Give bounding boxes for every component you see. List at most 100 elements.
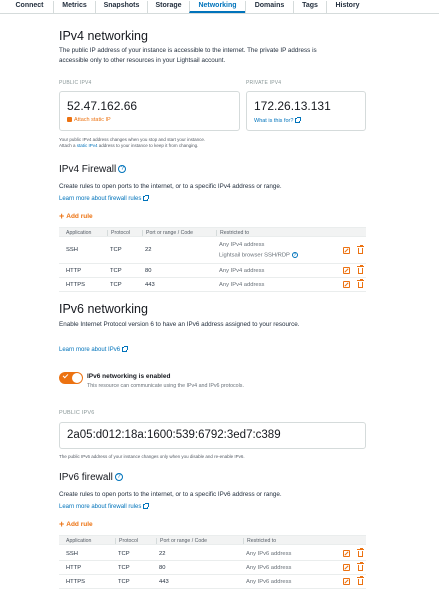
ipv6-learn-more[interactable]: Learn more about IPv6 — [59, 346, 129, 353]
ipv4-firewall-learn-more-label: Learn more about firewall rules — [59, 196, 142, 202]
ipv6-firewall-learn-more[interactable]: Learn more about firewall rules — [59, 503, 150, 510]
ipv6-firewall-table: Application Protocol Port or range / Cod… — [59, 535, 366, 591]
edit-icon[interactable] — [343, 247, 350, 254]
ipv6-add-rule-button[interactable]: + Add rule — [59, 519, 93, 529]
ipv6-toggle[interactable] — [59, 372, 83, 384]
trash-icon[interactable] — [357, 562, 364, 571]
trash-icon[interactable] — [357, 576, 364, 585]
edit-icon[interactable] — [343, 267, 350, 274]
ipv4-firewall-title-text: IPv4 Firewall — [59, 164, 117, 175]
column-protocol: Protocol — [115, 538, 138, 544]
cell-protocol: TCP — [110, 247, 122, 253]
external-link-icon — [143, 503, 150, 509]
cell-port: 443 — [145, 282, 155, 288]
ipv6-note: The public IPv6 address of your instance… — [59, 454, 245, 459]
cell-restricted: Any IPv4 address — [219, 282, 265, 288]
cell-port: 80 — [159, 565, 166, 571]
ipv4-note-line2: Attach a static IPv4 address to your ins… — [59, 143, 359, 149]
edit-icon[interactable] — [343, 564, 350, 571]
cell-port: 22 — [159, 551, 166, 557]
external-link-icon — [143, 195, 150, 201]
tab-bar: Connect Metrics Snapshots Storage Networ… — [0, 0, 439, 14]
ipv4-note: Your public IPv4 address changes when yo… — [59, 137, 359, 149]
ipv4-firewall-description: Create rules to open ports to the intern… — [59, 183, 282, 190]
table-row: HTTPS TCP 443 Any IPv6 address — [59, 575, 366, 589]
ipv4-firewall-learn-more[interactable]: Learn more about firewall rules — [59, 195, 150, 202]
cell-extra: Lightsail browser SSH/RDP? — [219, 252, 298, 259]
cell-application: HTTPS — [66, 282, 86, 288]
toggle-knob — [72, 373, 82, 383]
ipv6-learn-more-label: Learn more about IPv6 — [59, 347, 121, 353]
column-restricted: Restricted to — [216, 230, 249, 236]
trash-icon[interactable] — [357, 279, 364, 288]
trash-icon[interactable] — [357, 548, 364, 557]
plus-icon: + — [59, 211, 65, 221]
ipv4-description: The public IP address of your instance i… — [59, 47, 317, 64]
trash-icon[interactable] — [357, 265, 364, 274]
cell-restricted: Any IPv4 address — [219, 268, 265, 274]
plus-icon: + — [59, 519, 65, 529]
edit-icon[interactable] — [343, 578, 350, 585]
external-link-icon — [295, 117, 302, 123]
table-row: SSH TCP 22 Any IPv6 address — [59, 547, 366, 561]
tab-storage[interactable]: Storage — [147, 1, 189, 13]
ipv4-title: IPv4 networking — [59, 29, 148, 43]
ipv6-firewall-learn-more-label: Learn more about firewall rules — [59, 504, 142, 510]
trash-icon[interactable] — [357, 245, 364, 254]
ipv4-note-post: address to your instance to keep it from… — [97, 143, 199, 148]
ipv6-toggle-sub: This resource can communicate using the … — [87, 383, 244, 389]
table-row: HTTP TCP 80 Any IPv4 address — [59, 264, 366, 278]
ipv4-add-rule-label: Add rule — [66, 213, 93, 220]
ipv6-add-rule-label: Add rule — [66, 521, 93, 528]
tab-history[interactable]: History — [326, 1, 368, 13]
table-header: Application Protocol Port or range / Cod… — [59, 227, 366, 237]
attach-static-ip-link[interactable]: Attach static IP — [67, 117, 111, 123]
private-ipv4-value: 172.26.13.131 — [254, 99, 331, 113]
column-application: Application — [66, 230, 92, 236]
ipv6-firewall-description: Create rules to open ports to the intern… — [59, 491, 282, 498]
attach-icon — [67, 117, 72, 122]
external-link-icon — [122, 346, 129, 352]
attach-static-ip-label: Attach static IP — [74, 117, 111, 123]
table-row: HTTP TCP 80 Any IPv6 address — [59, 561, 366, 575]
cell-restricted: Any IPv6 address — [246, 579, 292, 585]
help-icon[interactable]: ? — [118, 165, 127, 174]
help-icon[interactable]: ? — [291, 252, 298, 258]
column-application: Application — [66, 538, 92, 544]
table-row: SSH TCP 22 Any IPv4 address Lightsail br… — [59, 238, 366, 264]
help-icon[interactable]: ? — [114, 473, 123, 482]
cell-protocol: TCP — [110, 268, 122, 274]
public-ipv6-label: PUBLIC IPV6 — [59, 410, 95, 416]
ipv4-add-rule-button[interactable]: + Add rule — [59, 211, 93, 221]
edit-icon[interactable] — [343, 550, 350, 557]
column-restricted: Restricted to — [243, 538, 276, 544]
edit-icon[interactable] — [343, 281, 350, 288]
cell-port: 443 — [159, 579, 169, 585]
what-is-this-link[interactable]: What is this for? — [254, 117, 302, 124]
cell-application: HTTP — [66, 565, 82, 571]
static-ipv4-link[interactable]: static IPv4 — [77, 143, 98, 148]
tab-domains[interactable]: Domains — [245, 1, 293, 13]
cell-application: HTTPS — [66, 579, 86, 585]
cell-application: SSH — [66, 551, 78, 557]
cell-application: HTTP — [66, 268, 82, 274]
ipv4-firewall-title: IPv4 Firewall? — [59, 164, 127, 175]
cell-protocol: TCP — [118, 579, 130, 585]
column-port: Port or range / Code — [156, 538, 207, 544]
tab-networking[interactable]: Networking — [189, 1, 245, 13]
public-ipv6-value: 2a05:d012:18a:1600:539:6792:3ed7:c389 — [67, 429, 281, 441]
ipv4-note-pre: Attach a — [59, 143, 77, 148]
tab-connect[interactable]: Connect — [6, 1, 53, 13]
ipv4-firewall-table: Application Protocol Port or range / Cod… — [59, 227, 366, 295]
column-port: Port or range / Code — [142, 230, 193, 236]
tab-metrics[interactable]: Metrics — [53, 1, 95, 13]
cell-protocol: TCP — [118, 551, 130, 557]
tab-snapshots[interactable]: Snapshots — [95, 1, 147, 13]
table-row: HTTPS TCP 443 Any IPv4 address — [59, 278, 366, 292]
table-header: Application Protocol Port or range / Cod… — [59, 535, 366, 545]
tab-tags[interactable]: Tags — [293, 1, 326, 13]
public-ipv4-value: 52.47.162.66 — [67, 99, 138, 113]
ipv6-toggle-label: IPv6 networking is enabled — [87, 373, 171, 380]
ipv6-firewall-title-text: IPv6 firewall — [59, 472, 113, 483]
cell-port: 22 — [145, 247, 152, 253]
